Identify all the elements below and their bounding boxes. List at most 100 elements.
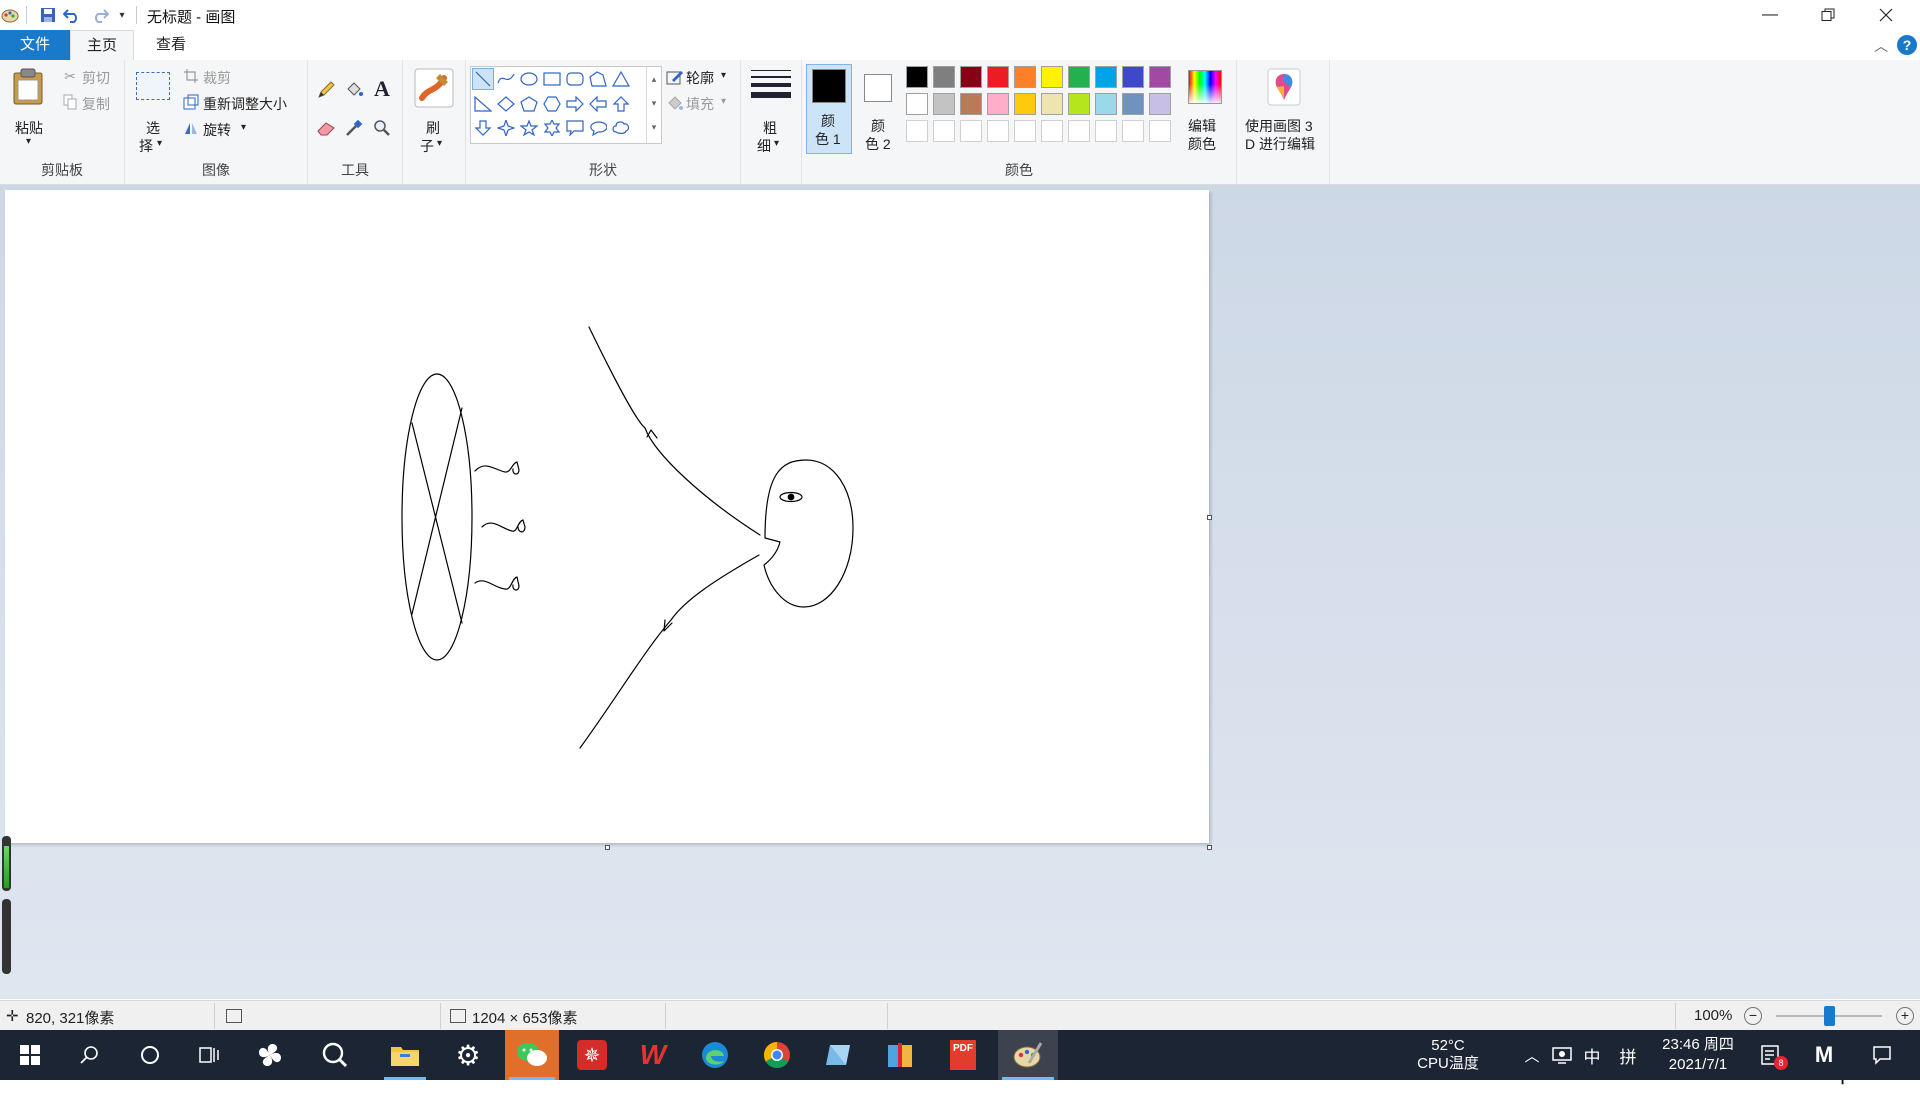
canvas-workarea[interactable]: ‖ 中 ⚙ bbox=[0, 185, 1920, 1088]
custom-color-slot[interactable] bbox=[987, 120, 1009, 142]
brushes-button[interactable]: 刷 子 ▾ bbox=[411, 66, 457, 156]
edit-colors-button[interactable]: 编辑 颜色 bbox=[1182, 64, 1228, 154]
zoom-in-button[interactable]: + bbox=[1896, 1007, 1914, 1025]
custom-color-slot[interactable] bbox=[1014, 120, 1036, 142]
palette-swatch[interactable] bbox=[1149, 93, 1171, 115]
color-picker-icon[interactable] bbox=[342, 116, 366, 140]
shape-four-point-star[interactable] bbox=[495, 117, 517, 139]
tray-m-app[interactable]: M bbox=[1806, 1030, 1842, 1080]
palette-swatch[interactable] bbox=[1014, 93, 1036, 115]
taskbar-settings[interactable]: ⚙ bbox=[443, 1030, 493, 1080]
palette-swatch[interactable] bbox=[906, 93, 928, 115]
shape-line[interactable] bbox=[472, 68, 494, 90]
shape-left-arrow[interactable] bbox=[587, 93, 609, 115]
help-icon[interactable]: ? bbox=[1897, 35, 1917, 55]
text-icon[interactable]: A bbox=[370, 76, 394, 102]
tray-overflow-button[interactable]: ︿ bbox=[1520, 1030, 1544, 1080]
color2-button[interactable]: 颜 色 2 bbox=[856, 64, 902, 154]
resize-handle-bottom[interactable] bbox=[605, 845, 610, 850]
select-button[interactable]: 选 择 ▾ bbox=[133, 66, 173, 156]
fill-button[interactable]: 填充 bbox=[686, 94, 714, 114]
tab-view[interactable]: 查看 bbox=[140, 30, 202, 60]
tray-notes-app[interactable]: 8 bbox=[1756, 1030, 1788, 1080]
taskbar-app-red[interactable]: ✵ bbox=[567, 1030, 617, 1080]
tab-home[interactable]: 主页 bbox=[70, 30, 134, 61]
start-button[interactable] bbox=[5, 1030, 55, 1080]
tray-ime-layout[interactable]: 拼 bbox=[1614, 1030, 1642, 1080]
palette-swatch[interactable] bbox=[1068, 93, 1090, 115]
palette-swatch[interactable] bbox=[987, 93, 1009, 115]
shape-six-point-star[interactable] bbox=[541, 117, 563, 139]
paste-button[interactable]: 粘贴 ▾ bbox=[6, 66, 52, 156]
outline-button[interactable]: 轮廓 bbox=[686, 68, 714, 88]
taskbar-app-fan[interactable] bbox=[245, 1030, 295, 1080]
shape-cloud-callout[interactable] bbox=[610, 117, 632, 139]
shape-pentagon[interactable] bbox=[518, 93, 540, 115]
custom-color-slot[interactable] bbox=[960, 120, 982, 142]
copy-button[interactable]: 复制 bbox=[82, 94, 110, 114]
app-icon[interactable] bbox=[0, 5, 20, 25]
undo-icon[interactable] bbox=[62, 5, 82, 25]
palette-swatch[interactable] bbox=[960, 93, 982, 115]
shape-down-arrow[interactable] bbox=[472, 117, 494, 139]
custom-color-slot[interactable] bbox=[1041, 120, 1063, 142]
cut-button[interactable]: 剪切 bbox=[82, 68, 110, 88]
palette-swatch[interactable] bbox=[1041, 93, 1063, 115]
fill-icon[interactable] bbox=[342, 78, 366, 102]
custom-color-slot[interactable] bbox=[1122, 120, 1144, 142]
pencil-icon[interactable] bbox=[314, 78, 338, 102]
palette-swatch[interactable] bbox=[906, 66, 928, 88]
rotate-button[interactable]: 旋转 bbox=[203, 120, 231, 140]
size-button[interactable]: 粗 细 ▾ bbox=[747, 66, 795, 156]
minimize-button[interactable]: — bbox=[1742, 0, 1798, 30]
redo-icon[interactable] bbox=[90, 5, 110, 25]
custom-color-slot[interactable] bbox=[906, 120, 928, 142]
customize-icon[interactable]: ▾ bbox=[112, 5, 132, 25]
shape-triangle[interactable] bbox=[610, 68, 632, 90]
palette-swatch[interactable] bbox=[1014, 66, 1036, 88]
shape-rounded-rectangle[interactable] bbox=[564, 68, 586, 90]
close-button[interactable] bbox=[1858, 0, 1914, 30]
palette-swatch[interactable] bbox=[987, 66, 1009, 88]
taskbar-app-blue[interactable] bbox=[814, 1030, 864, 1080]
taskbar-pdf[interactable]: PDF bbox=[938, 1030, 988, 1080]
action-center-button[interactable] bbox=[1864, 1030, 1900, 1080]
shape-oval[interactable] bbox=[518, 68, 540, 90]
taskbar-app-search-tool[interactable] bbox=[310, 1030, 360, 1080]
taskbar-app-archive[interactable] bbox=[876, 1030, 926, 1080]
resize-handle-corner[interactable] bbox=[1207, 845, 1212, 850]
paint3d-button[interactable]: 使用画图 3 D 进行编辑 bbox=[1241, 64, 1325, 156]
resize-handle-right[interactable] bbox=[1207, 515, 1212, 520]
cpu-temp-widget[interactable]: 52°C CPU温度 bbox=[1400, 1030, 1496, 1080]
palette-swatch[interactable] bbox=[1149, 66, 1171, 88]
palette-swatch[interactable] bbox=[960, 66, 982, 88]
palette-swatch[interactable] bbox=[1041, 66, 1063, 88]
color1-button[interactable]: 颜 色 1 bbox=[806, 64, 852, 154]
custom-color-slot[interactable] bbox=[1149, 120, 1171, 142]
tray-app-icon[interactable] bbox=[1548, 1030, 1576, 1080]
palette-swatch[interactable] bbox=[1122, 66, 1144, 88]
zoom-slider-thumb[interactable] bbox=[1824, 1006, 1835, 1026]
custom-color-slot[interactable] bbox=[933, 120, 955, 142]
shapes-scroll[interactable]: ▴ ▾ ▾ bbox=[646, 67, 661, 143]
taskbar-edge[interactable] bbox=[690, 1030, 740, 1080]
save-icon[interactable] bbox=[38, 5, 58, 25]
tab-file[interactable]: 文件 bbox=[0, 30, 70, 60]
shape-right-triangle[interactable] bbox=[472, 93, 494, 115]
tray-ime-mode[interactable]: 中 bbox=[1580, 1030, 1604, 1080]
search-button[interactable] bbox=[65, 1030, 115, 1080]
crop-button[interactable]: 裁剪 bbox=[203, 68, 231, 88]
eraser-icon[interactable] bbox=[314, 116, 338, 140]
taskbar-wps[interactable]: W bbox=[628, 1030, 678, 1080]
shape-diamond[interactable] bbox=[495, 93, 517, 115]
palette-swatch[interactable] bbox=[1122, 93, 1144, 115]
task-view-button[interactable] bbox=[185, 1030, 235, 1080]
collapse-ribbon-icon[interactable]: ︿ bbox=[1874, 36, 1888, 56]
zoom-out-button[interactable]: − bbox=[1744, 1007, 1762, 1025]
taskbar-chrome[interactable] bbox=[752, 1030, 802, 1080]
taskbar-wechat[interactable] bbox=[505, 1030, 559, 1080]
zoom-slider[interactable] bbox=[1776, 1006, 1882, 1026]
taskbar-paint[interactable] bbox=[998, 1030, 1058, 1080]
shape-rect-callout[interactable] bbox=[564, 117, 586, 139]
palette-swatch[interactable] bbox=[933, 93, 955, 115]
